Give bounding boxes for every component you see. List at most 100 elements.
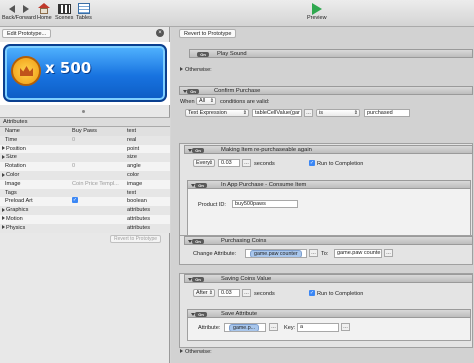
- change-attribute-behavior[interactable]: On Purchasing Coins: [184, 236, 473, 245]
- attribute-target-field[interactable]: game.paw counter: [245, 249, 307, 258]
- in-app-purchase-behavior[interactable]: On In App Purchase - Consume Item: [187, 180, 471, 189]
- disclosure-icon[interactable]: [2, 172, 5, 177]
- key-field[interactable]: a: [297, 323, 339, 332]
- saving-timer-behavior[interactable]: On Saving Coins Value: [184, 274, 473, 283]
- timer-interval-field[interactable]: 0.03: [218, 159, 240, 167]
- condition-operator-dropdown[interactable]: is: [316, 109, 360, 117]
- attribute-value-field[interactable]: game.paw counte: [334, 249, 382, 258]
- attribute-type: attributes: [127, 215, 151, 222]
- attribute-label: Attribute:: [198, 325, 221, 331]
- attribute-value[interactable]: 0: [72, 162, 75, 171]
- rule-title: Confirm Purchase: [214, 88, 261, 94]
- on-toggle[interactable]: On: [195, 182, 207, 188]
- table-row[interactable]: Preload Art ✓ boolean: [0, 197, 170, 207]
- disclosure-icon[interactable]: [2, 154, 5, 159]
- behavior-title: In App Purchase - Consume Item: [221, 182, 307, 188]
- timer-mode-dropdown[interactable]: After: [193, 289, 215, 297]
- timer-behavior[interactable]: On Making Item re-purchaseable again: [184, 145, 473, 154]
- preload-art-checkbox[interactable]: ✓: [72, 197, 78, 204]
- run-to-completion-label: Run to Completion: [317, 161, 364, 167]
- timer-mode-dropdown[interactable]: Every: [193, 159, 215, 167]
- run-to-completion-checkbox[interactable]: ✓: [309, 290, 315, 296]
- attribute-name: Physics: [6, 224, 26, 231]
- on-toggle[interactable]: On: [187, 88, 199, 94]
- product-id-field[interactable]: buy500paws: [232, 200, 298, 208]
- table-row[interactable]: Size size: [0, 153, 170, 163]
- disclosure-icon[interactable]: [180, 349, 183, 353]
- attribute-browser-button[interactable]: …: [269, 323, 278, 331]
- attribute-name: Motion: [6, 215, 23, 222]
- expression-editor-button[interactable]: …: [341, 323, 350, 331]
- preview-button[interactable]: Preview: [307, 2, 327, 21]
- back-forward-button[interactable]: Back/Forward: [2, 2, 36, 21]
- on-toggle[interactable]: On: [192, 147, 204, 153]
- attribute-token[interactable]: game.p...: [229, 324, 259, 331]
- rules-editor: Revert to Prototype On Play Sound Otherw…: [171, 27, 474, 363]
- attribute-name: Position: [6, 145, 26, 152]
- attribute-value[interactable]: 0: [72, 136, 75, 145]
- expression-editor-button[interactable]: …: [304, 109, 313, 117]
- run-to-completion-checkbox[interactable]: ✓: [309, 160, 315, 166]
- attribute-type: boolean: [127, 198, 147, 205]
- table-row[interactable]: Position point: [0, 144, 170, 154]
- otherwise-row[interactable]: Otherwise:: [180, 349, 212, 355]
- table-row[interactable]: Graphics attributes: [0, 206, 170, 215]
- condition-value-field[interactable]: purchased: [364, 109, 410, 117]
- scenes-label: Scenes: [55, 15, 74, 21]
- disclosure-icon[interactable]: [2, 207, 5, 212]
- attribute-token[interactable]: game.paw counter: [250, 250, 302, 257]
- clapperboard-icon: [57, 3, 71, 14]
- expression-editor-button[interactable]: …: [384, 249, 393, 257]
- save-attribute-behavior[interactable]: On Save Attribute: [187, 309, 471, 318]
- expression-editor-button[interactable]: …: [242, 289, 251, 297]
- attribute-name: Color: [6, 171, 20, 178]
- tables-label: Tables: [76, 15, 92, 21]
- play-sound-behavior[interactable]: On Play Sound: [189, 49, 473, 58]
- attribute-browser-button[interactable]: …: [309, 249, 318, 257]
- forward-arrow-icon[interactable]: [22, 4, 29, 13]
- tables-button[interactable]: Tables: [76, 2, 92, 21]
- home-button[interactable]: Home: [37, 2, 52, 21]
- on-toggle[interactable]: On: [197, 51, 209, 57]
- when-dropdown[interactable]: All: [196, 97, 216, 105]
- attributes-table: Name Buy Paws text Time 0 real Position …: [0, 127, 170, 233]
- splitter-handle[interactable]: [82, 110, 85, 113]
- otherwise-row[interactable]: Otherwise:: [180, 67, 212, 73]
- close-icon[interactable]: ×: [156, 29, 164, 37]
- column-name: Name: [5, 128, 20, 134]
- disclosure-icon[interactable]: [2, 146, 5, 151]
- revert-to-prototype-button[interactable]: Revert to Prototype: [179, 29, 237, 38]
- save-attribute-field[interactable]: game.p...: [224, 323, 266, 332]
- table-row[interactable]: Motion attributes: [0, 214, 170, 224]
- revert-to-prototype-button-disabled[interactable]: Revert to Prototype: [110, 235, 162, 243]
- attribute-type: angle: [127, 163, 141, 170]
- behavior-title: Play Sound: [217, 51, 247, 57]
- edit-prototype-button[interactable]: Edit Prototype...: [2, 29, 52, 38]
- table-row[interactable]: Physics attributes: [0, 223, 170, 233]
- scenes-button[interactable]: Scenes: [55, 2, 73, 21]
- table-row[interactable]: Rotation 0 angle: [0, 162, 170, 171]
- disclosure-icon[interactable]: [180, 67, 183, 71]
- disclosure-icon[interactable]: [2, 216, 5, 221]
- table-row[interactable]: Color color: [0, 170, 170, 180]
- table-row[interactable]: Image Coin Price Templ... image: [0, 179, 170, 189]
- on-toggle[interactable]: On: [192, 276, 204, 282]
- condition-expression-field[interactable]: tableCellValue(gar: [252, 109, 302, 117]
- behavior-title: Save Attribute: [221, 311, 258, 317]
- attribute-type: text: [127, 189, 137, 196]
- disclosure-icon[interactable]: [2, 225, 5, 230]
- conditions-label: conditions are valid:: [220, 99, 270, 105]
- on-toggle[interactable]: On: [195, 311, 207, 317]
- table-row[interactable]: Tags text: [0, 188, 170, 198]
- back-arrow-icon[interactable]: [8, 4, 15, 13]
- attribute-value[interactable]: Coin Price Templ...: [72, 180, 119, 189]
- confirm-purchase-rule[interactable]: On Confirm Purchase: [179, 86, 473, 95]
- table-row[interactable]: Time 0 real: [0, 135, 170, 145]
- in-app-purchase-panel: [187, 180, 471, 242]
- expression-editor-button[interactable]: …: [242, 159, 251, 167]
- column-value: Buy Paws: [72, 128, 97, 134]
- change-attribute-label: Change Attribute:: [193, 251, 237, 257]
- condition-type-dropdown[interactable]: Text Expression: [185, 109, 249, 117]
- timer-interval-field[interactable]: 0.03: [218, 289, 240, 297]
- on-toggle[interactable]: On: [192, 238, 204, 244]
